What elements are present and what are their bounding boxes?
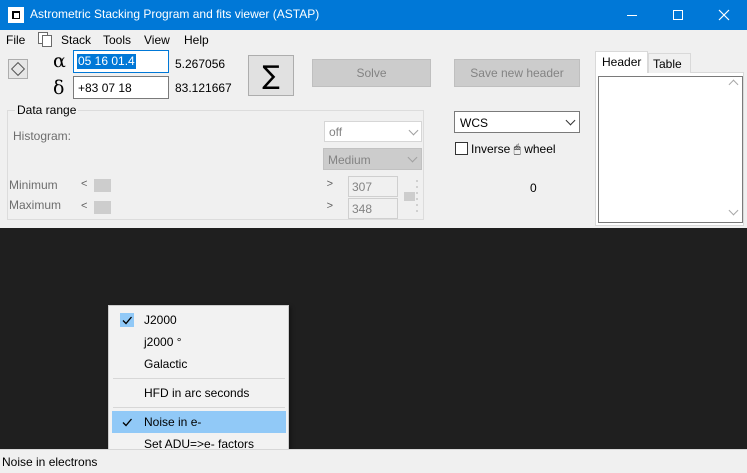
chevron-down-icon: [407, 152, 418, 163]
menu-file[interactable]: File: [6, 33, 25, 47]
menu-separator: [113, 378, 285, 379]
slider-thumb[interactable]: [94, 179, 111, 192]
solve-button[interactable]: Solve: [312, 59, 431, 87]
flip-button[interactable]: [8, 59, 28, 79]
close-icon: [718, 9, 730, 21]
menu-item-label: j2000 °: [144, 335, 182, 349]
tab-header[interactable]: Header: [595, 51, 648, 73]
header-scrollbar[interactable]: [727, 77, 742, 222]
inverse-wheel-checkbox[interactable]: [455, 142, 468, 155]
context-menu: J2000 j2000 ° Galactic HFD in arc second…: [108, 305, 289, 456]
menu-item-label: Noise in e-: [144, 415, 202, 429]
maximum-value: 348: [352, 202, 373, 216]
delta-label: δ: [53, 77, 65, 99]
title-bar[interactable]: Astrometric Stacking Program and fits vi…: [0, 0, 747, 30]
quality-select[interactable]: Medium: [323, 148, 422, 170]
coordinate-system-value: WCS: [460, 116, 488, 130]
menu-item-j2000[interactable]: J2000: [112, 309, 286, 331]
inverse-wheel-label[interactable]: Inverse 🖱 wheel: [471, 142, 556, 157]
window-title: Astrometric Stacking Program and fits vi…: [30, 7, 320, 21]
chevron-down-icon: [565, 115, 576, 126]
menu-tools[interactable]: Tools: [103, 33, 131, 47]
menu-item-hfd-arcsec[interactable]: HFD in arc seconds: [112, 382, 286, 404]
chevron-down-icon[interactable]: [728, 205, 739, 216]
arrow-right-icon[interactable]: >: [327, 178, 333, 190]
slider-thumb[interactable]: [94, 201, 111, 214]
minimum-label: Minimum: [9, 178, 58, 192]
menu-item-label: Galactic: [144, 357, 188, 371]
histogram-label: Histogram:: [13, 129, 72, 143]
menu-item-galactic[interactable]: Galactic: [112, 353, 286, 375]
coordinate-system-select[interactable]: WCS: [454, 111, 580, 133]
menu-help[interactable]: Help: [184, 33, 209, 47]
header-text-area[interactable]: [598, 76, 743, 223]
save-new-header-button[interactable]: Save new header: [454, 59, 580, 87]
maximize-button[interactable]: [655, 0, 701, 30]
range-spin-track[interactable]: [402, 178, 419, 218]
app-icon: [8, 7, 24, 23]
check-icon: [120, 313, 134, 327]
chevron-up-icon[interactable]: [728, 79, 739, 90]
dec-input-text: +83 07 18: [78, 81, 132, 95]
menu-stack[interactable]: Stack: [61, 33, 91, 47]
arrow-left-icon[interactable]: <: [81, 178, 87, 190]
ra-input-text: 05 16 01.4: [77, 54, 136, 69]
minimum-value: 307: [352, 180, 373, 194]
ra-input[interactable]: 05 16 01.4: [73, 50, 169, 73]
arrow-left-icon[interactable]: <: [81, 200, 87, 212]
stack-button[interactable]: ∑: [248, 55, 294, 96]
maximum-value-field[interactable]: 348: [348, 198, 398, 219]
status-bar: Noise in electrons: [0, 449, 747, 473]
minimum-value-field[interactable]: 307: [348, 176, 398, 197]
menu-separator: [113, 407, 285, 408]
dec-decimal-value: 83.121667: [175, 81, 232, 95]
check-icon: [120, 415, 134, 429]
minimize-button[interactable]: [609, 0, 655, 30]
dec-input[interactable]: +83 07 18: [73, 76, 169, 99]
status-text: Noise in electrons: [2, 455, 98, 469]
chevron-down-icon: [408, 125, 419, 136]
maximize-icon: [673, 10, 683, 20]
menu-item-noise-e[interactable]: Noise in e-: [112, 411, 286, 433]
tab-table-label: Table: [653, 57, 682, 71]
ra-decimal-value: 5.267056: [175, 57, 226, 71]
alpha-label: α: [53, 50, 66, 72]
data-range-label: Data range: [15, 103, 79, 117]
menu-bar: File Stack Tools View Help: [0, 30, 747, 49]
maximum-slider[interactable]: < >: [77, 199, 337, 216]
counter-value: 0: [530, 181, 537, 195]
quality-select-value: Medium: [328, 153, 371, 167]
diamond-icon: [10, 61, 26, 77]
close-button[interactable]: [701, 0, 747, 30]
histogram-select[interactable]: off: [324, 121, 422, 142]
menu-item-label: HFD in arc seconds: [144, 386, 250, 400]
menu-view[interactable]: View: [144, 33, 170, 47]
maximum-label: Maximum: [9, 198, 62, 212]
tab-table[interactable]: Table: [648, 53, 691, 73]
minimize-icon: [627, 14, 637, 16]
minimum-slider[interactable]: < >: [77, 177, 337, 194]
menu-item-j2000-degrees[interactable]: j2000 °: [112, 331, 286, 353]
histogram-select-value: off: [329, 125, 343, 139]
tab-header-label: Header: [602, 55, 642, 69]
menu-item-label: J2000: [144, 313, 177, 327]
arrow-right-icon[interactable]: >: [327, 200, 333, 212]
stack-menu-icon: [38, 32, 52, 47]
spin-thumb[interactable]: [404, 192, 415, 201]
